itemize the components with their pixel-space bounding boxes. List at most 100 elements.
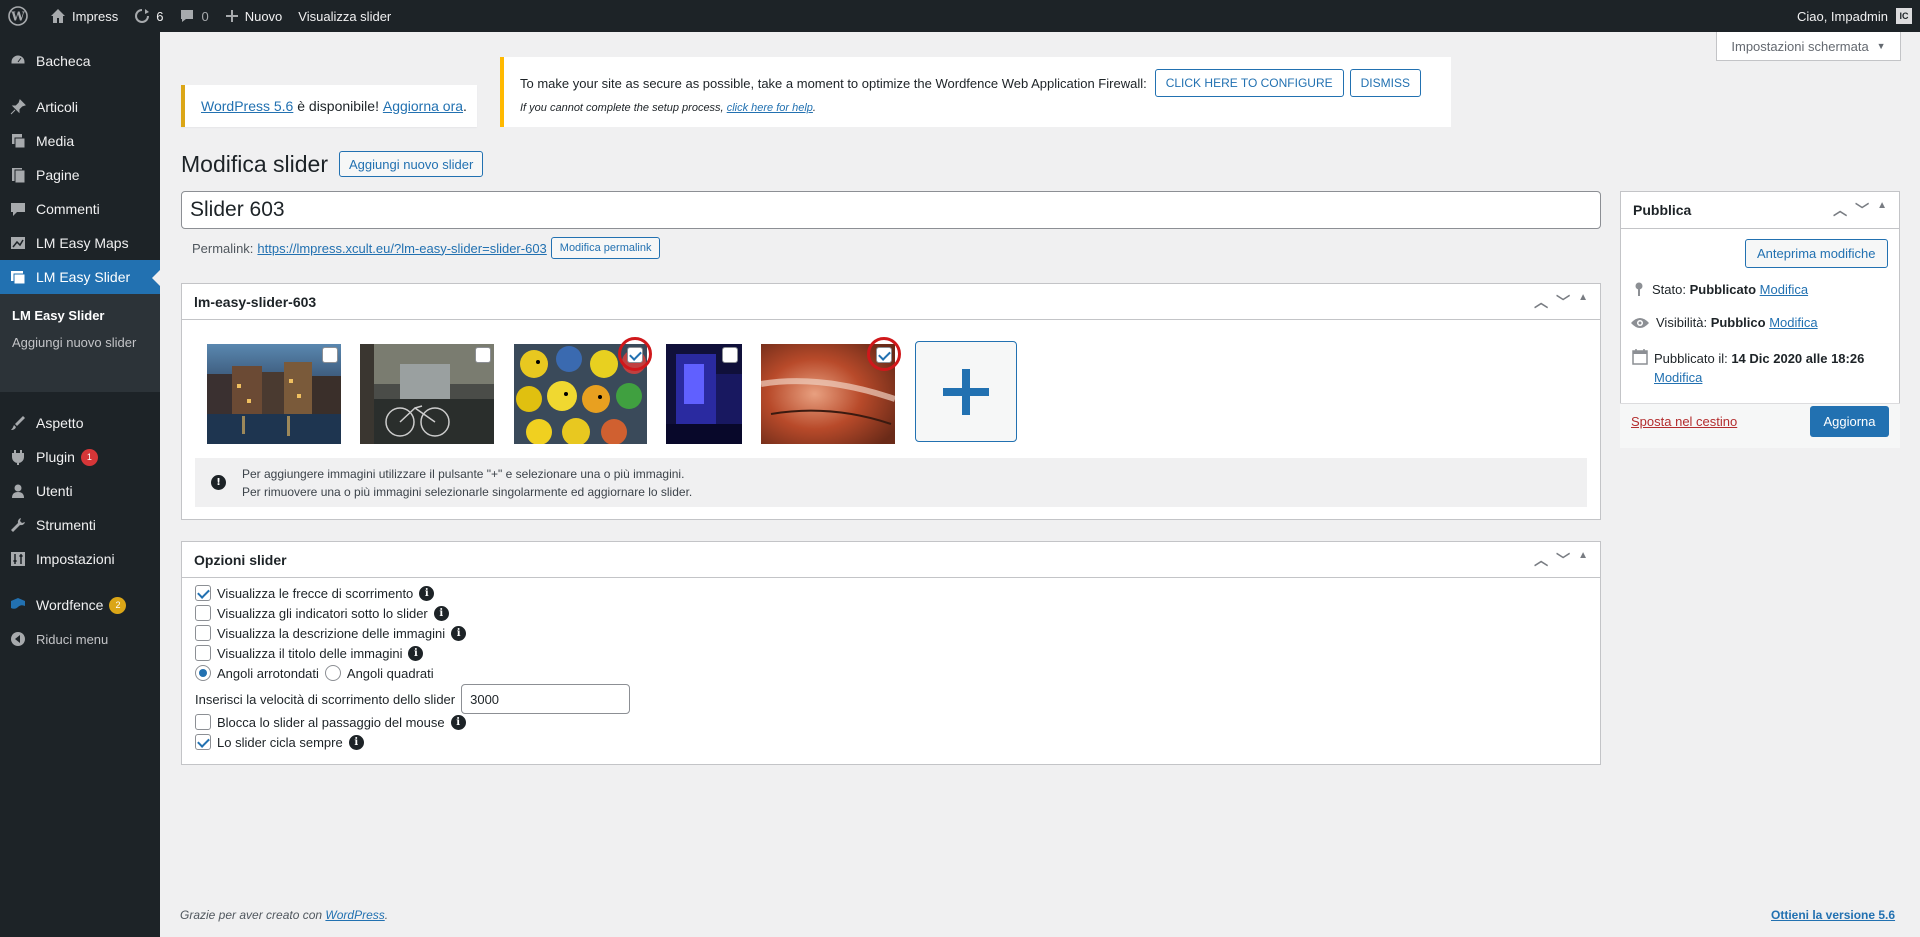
menu-label: Aspetto xyxy=(36,415,84,431)
site-name: Impress xyxy=(72,8,119,24)
menu-item-lm-easy-slider[interactable]: LM Easy Slider xyxy=(0,260,160,294)
footer-wordpress-link[interactable]: WordPress xyxy=(325,908,384,922)
move-up-icon[interactable]: ︿ xyxy=(1833,200,1847,220)
menu-item-commenti[interactable]: Commenti xyxy=(0,192,160,226)
slider-image-canal-night[interactable] xyxy=(207,344,341,444)
toggle-panel-icon[interactable]: ▲ xyxy=(1578,550,1588,570)
rounded-label: Angoli arrotondati xyxy=(217,665,319,681)
menu-item-aspetto[interactable]: Aspetto xyxy=(0,406,160,440)
brush-icon xyxy=(0,414,36,432)
exclamation-icon: ! xyxy=(211,475,226,490)
pin-icon xyxy=(0,98,36,116)
wordfence-help-link[interactable]: click here for help xyxy=(727,102,813,114)
menu-item-pagine[interactable]: Pagine xyxy=(0,158,160,192)
options-box-header: Opzioni slider ︿ ﹀ ▲ xyxy=(182,542,1600,578)
permalink-url[interactable]: https://lmpress.xcult.eu/?lm-easy-slider… xyxy=(257,241,546,256)
box-controls: ︿ ﹀ ▲ xyxy=(1833,200,1887,220)
updates-menu[interactable]: 6 xyxy=(126,0,171,32)
wp-logo-menu[interactable]: W xyxy=(0,0,42,32)
slider-image-bicycles-canal[interactable] xyxy=(360,344,494,444)
move-to-trash-link[interactable]: Sposta nel cestino xyxy=(1631,414,1737,429)
option-indicators: Visualizza gli indicatori sotto lo slide… xyxy=(195,605,449,621)
screen-options-button[interactable]: Impostazioni schermata ▼ xyxy=(1716,32,1901,61)
add-new-slider-button[interactable]: Aggiungi nuovo slider xyxy=(339,151,484,177)
menu-item-media[interactable]: Media xyxy=(0,124,160,158)
info-icon[interactable]: i xyxy=(450,714,466,730)
plugin-icon xyxy=(0,448,36,466)
menu-item-utenti[interactable]: Utenti xyxy=(0,474,160,508)
menu-item-articoli[interactable]: Articoli xyxy=(0,90,160,124)
menu-item-plugin[interactable]: Plugin 1 xyxy=(0,440,160,474)
image-select-checkbox[interactable] xyxy=(322,347,338,363)
my-account-menu[interactable]: Ciao, Impadmin IC xyxy=(1797,8,1920,24)
edit-permalink-button[interactable]: Modifica permalink xyxy=(550,237,661,259)
move-down-icon[interactable]: ﹀ xyxy=(1855,200,1869,220)
preview-changes-button[interactable]: Anteprima modifiche xyxy=(1745,239,1888,268)
permalink-label: Permalink: xyxy=(192,240,254,256)
dismiss-button[interactable]: DISMISS xyxy=(1349,69,1421,97)
toggle-panel-icon[interactable]: ▲ xyxy=(1877,200,1887,220)
move-up-icon[interactable]: ︿ xyxy=(1534,550,1548,570)
move-down-icon[interactable]: ﹀ xyxy=(1556,292,1570,312)
plus-icon xyxy=(943,368,989,415)
menu-label: Strumenti xyxy=(36,517,96,533)
square-corners-radio[interactable] xyxy=(324,665,341,681)
page-icon xyxy=(0,166,36,184)
configure-firewall-button[interactable]: CLICK HERE TO CONFIGURE xyxy=(1154,69,1344,97)
collapse-menu-button[interactable]: Riduci menu xyxy=(0,622,160,656)
published-value: 14 Dic 2020 alle 18:26 xyxy=(1731,351,1865,366)
image-select-checkbox[interactable] xyxy=(722,347,738,363)
submenu-item-lm-easy-slider[interactable]: LM Easy Slider xyxy=(0,302,160,329)
edit-status-link[interactable]: Modifica xyxy=(1760,282,1808,297)
comments-menu[interactable]: 0 xyxy=(171,0,216,32)
move-up-icon[interactable]: ︿ xyxy=(1534,292,1548,312)
speed-input[interactable]: 3000 xyxy=(461,684,631,714)
menu-label: LM Easy Slider xyxy=(36,269,131,285)
menu-item-impostazioni[interactable]: Impostazioni xyxy=(0,542,160,576)
dashboard-icon xyxy=(0,52,36,70)
submenu-item-add-new-slider[interactable]: Aggiungi nuovo slider xyxy=(0,329,160,356)
menu-item-wordfence[interactable]: Wordfence 2 xyxy=(0,588,160,622)
info-icon[interactable]: i xyxy=(451,625,467,641)
toggle-panel-icon[interactable]: ▲ xyxy=(1578,292,1588,312)
title-checkbox[interactable] xyxy=(195,645,211,661)
footer-end: . xyxy=(384,908,389,922)
info-icon[interactable]: i xyxy=(419,585,435,601)
rounded-corners-radio[interactable] xyxy=(195,665,211,681)
updates-icon xyxy=(135,9,150,23)
menu-label: Wordfence xyxy=(36,597,104,613)
greeting: Ciao, Impadmin xyxy=(1796,8,1888,24)
menu-item-lm-easy-maps[interactable]: LM Easy Maps xyxy=(0,226,160,260)
menu-label: Impostazioni xyxy=(36,551,115,567)
images-box-title: lm-easy-slider-603 xyxy=(194,293,317,310)
images-box-header: lm-easy-slider-603 ︿ ﹀ ▲ xyxy=(182,284,1600,320)
info-icon[interactable]: i xyxy=(408,645,424,661)
menu-item-bacheca[interactable]: Bacheca xyxy=(0,44,160,78)
menu-item-strumenti[interactable]: Strumenti xyxy=(0,508,160,542)
post-title-input[interactable]: Slider 603 xyxy=(181,191,1601,229)
site-name-menu[interactable]: Impress xyxy=(42,0,126,32)
loop-checkbox[interactable] xyxy=(195,734,211,750)
move-down-icon[interactable]: ﹀ xyxy=(1556,550,1570,570)
update-now-link[interactable]: Aggiorna ora xyxy=(383,98,463,114)
indicators-checkbox[interactable] xyxy=(195,605,211,621)
info-icon[interactable]: i xyxy=(348,734,364,750)
image-select-checkbox[interactable] xyxy=(475,347,491,363)
wordpress-version-link[interactable]: WordPress 5.6 xyxy=(201,98,293,114)
option-description: Visualizza la descrizione delle immagini… xyxy=(195,625,467,641)
arrows-checkbox[interactable] xyxy=(195,585,211,601)
new-content-menu[interactable]: Nuovo xyxy=(217,0,291,32)
add-images-button[interactable] xyxy=(915,341,1017,442)
get-version-link[interactable]: Ottieni la versione 5.6 xyxy=(1771,908,1895,922)
hover-label: Blocca lo slider al passaggio del mouse xyxy=(217,714,445,730)
info-icon[interactable]: i xyxy=(433,605,449,621)
hover-checkbox[interactable] xyxy=(195,714,211,730)
avatar: IC xyxy=(1896,8,1912,24)
publish-box-title: Pubblica xyxy=(1633,202,1692,218)
edit-visibility-link[interactable]: Modifica xyxy=(1769,315,1817,330)
view-slider-link[interactable]: Visualizza slider xyxy=(290,0,399,32)
update-button[interactable]: Aggiorna xyxy=(1810,406,1889,437)
edit-date-link[interactable]: Modifica xyxy=(1654,370,1702,385)
permalink: Permalink: https://lmpress.xcult.eu/?lm-… xyxy=(192,237,661,259)
description-checkbox[interactable] xyxy=(195,625,211,641)
